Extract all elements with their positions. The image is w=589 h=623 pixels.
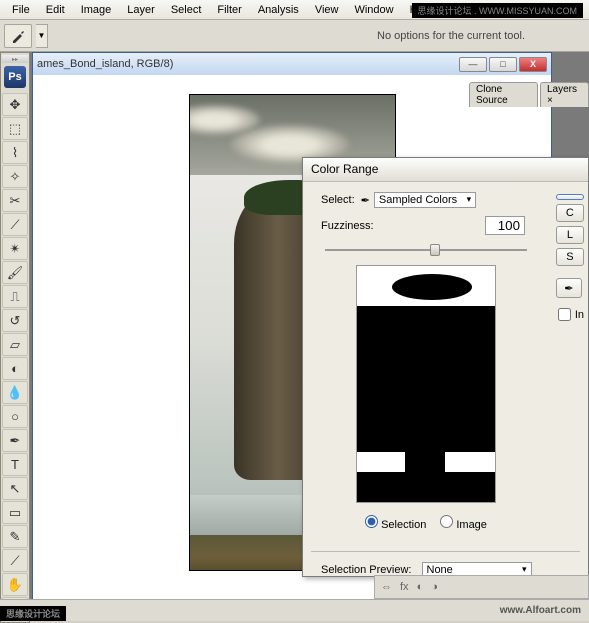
workspace: ▸▸ Ps ✥ ⬚ ⌇ ✧ ✂ ⟋ ✴ 🖌 ⎍ ↺ ▱ ◐ 💧 ○ ✒ T ↖ …	[0, 52, 589, 621]
mask-icon[interactable]: ◐	[417, 581, 424, 593]
path-tool[interactable]: ↖	[2, 477, 28, 500]
cancel-button[interactable]: C	[556, 204, 584, 222]
menu-view[interactable]: View	[307, 2, 347, 17]
dodge-tool[interactable]: ○	[2, 405, 28, 428]
select-dropdown[interactable]: Sampled Colors	[374, 192, 476, 208]
tab-clone-source[interactable]: Clone Source	[469, 82, 538, 107]
selection-preview[interactable]	[356, 265, 496, 503]
menu-select[interactable]: Select	[163, 2, 210, 17]
tool-dropdown-icon[interactable]: ▼	[36, 24, 48, 48]
link-layers-icon[interactable]: ⇔	[381, 581, 392, 593]
stamp-tool[interactable]: ⎍	[2, 285, 28, 308]
eraser-tool[interactable]: ▱	[2, 333, 28, 356]
layers-bottom-bar: ⇔ fx ◐ ◑	[374, 575, 589, 599]
pen-tool[interactable]: ✒	[2, 429, 28, 452]
shape-tool[interactable]: ▭	[2, 501, 28, 524]
maximize-button[interactable]: □	[489, 57, 517, 72]
invert-checkbox[interactable]: In	[556, 308, 584, 321]
move-tool[interactable]: ✥	[2, 93, 28, 116]
ok-button[interactable]	[556, 194, 584, 200]
tab-layers[interactable]: Layers ×	[540, 82, 589, 107]
gradient-tool[interactable]: ◐	[2, 357, 28, 380]
close-button[interactable]: X	[519, 57, 547, 72]
menu-image[interactable]: Image	[73, 2, 120, 17]
status-bar: 思缘设计论坛 www.Alfoart.com	[0, 599, 589, 621]
radio-image[interactable]: Image	[440, 515, 487, 531]
marquee-tool[interactable]: ⬚	[2, 117, 28, 140]
eyedropper-icon: ✒	[361, 194, 370, 207]
crop-tool[interactable]: ✂	[2, 189, 28, 212]
history-brush-tool[interactable]: ↺	[2, 309, 28, 332]
menu-edit[interactable]: Edit	[38, 2, 73, 17]
dialog-title[interactable]: Color Range	[303, 158, 588, 182]
toolbox-grip[interactable]: ▸▸	[2, 55, 28, 63]
notes-tool[interactable]: ✎	[2, 525, 28, 548]
credit-link: www.Alfoart.com	[500, 605, 581, 616]
menu-window[interactable]: Window	[346, 2, 401, 17]
eyedropper-tool[interactable]: ⟋	[2, 549, 28, 572]
panels-dock: Clone Source Layers ×	[379, 82, 589, 106]
app-logo-icon: Ps	[4, 66, 26, 88]
spot-heal-tool[interactable]: ✴	[2, 237, 28, 260]
menu-file[interactable]: File	[4, 2, 38, 17]
watermark-top: 思缘设计论坛 . WWW.MISSYUAN.COM	[412, 3, 584, 18]
eyedropper-sampler-icon[interactable]: ✒	[556, 278, 582, 298]
menu-filter[interactable]: Filter	[209, 2, 249, 17]
options-message: No options for the current tool.	[377, 30, 525, 42]
options-bar: 思缘设计论坛 . WWW.MISSYUAN.COM ▼ No options f…	[0, 20, 589, 52]
load-button[interactable]: L	[556, 226, 584, 244]
select-label: Select:	[321, 194, 355, 206]
hand-tool[interactable]: ✋	[2, 573, 28, 596]
slice-tool[interactable]: ⟋	[2, 213, 28, 236]
menu-analysis[interactable]: Analysis	[250, 2, 307, 17]
lasso-tool[interactable]: ⌇	[2, 141, 28, 164]
document-titlebar[interactable]: ames_Bond_island, RGB/8) — □ X	[33, 53, 551, 75]
type-tool[interactable]: T	[2, 453, 28, 476]
document-title: ames_Bond_island, RGB/8)	[37, 58, 173, 70]
fuzziness-slider[interactable]	[325, 243, 527, 257]
color-range-dialog: Color Range Select: ✒ Sampled Colors Fuz…	[302, 157, 589, 577]
fx-icon[interactable]: fx	[400, 581, 409, 593]
toolbox: ▸▸ Ps ✥ ⬚ ⌇ ✧ ✂ ⟋ ✴ 🖌 ⎍ ↺ ▱ ◐ 💧 ○ ✒ T ↖ …	[0, 52, 30, 623]
blur-tool[interactable]: 💧	[2, 381, 28, 404]
eyedropper-tool-icon[interactable]	[4, 24, 32, 48]
wand-tool[interactable]: ✧	[2, 165, 28, 188]
radio-selection[interactable]: Selection	[365, 515, 426, 531]
fuzziness-label: Fuzziness:	[321, 220, 374, 232]
brush-tool[interactable]: 🖌	[2, 261, 28, 284]
watermark-bottom-left: 思缘设计论坛	[0, 606, 66, 621]
fuzziness-input[interactable]	[485, 216, 525, 235]
adjustment-icon[interactable]: ◑	[431, 581, 438, 593]
menu-layer[interactable]: Layer	[119, 2, 163, 17]
minimize-button[interactable]: —	[459, 57, 487, 72]
save-button[interactable]: S	[556, 248, 584, 266]
